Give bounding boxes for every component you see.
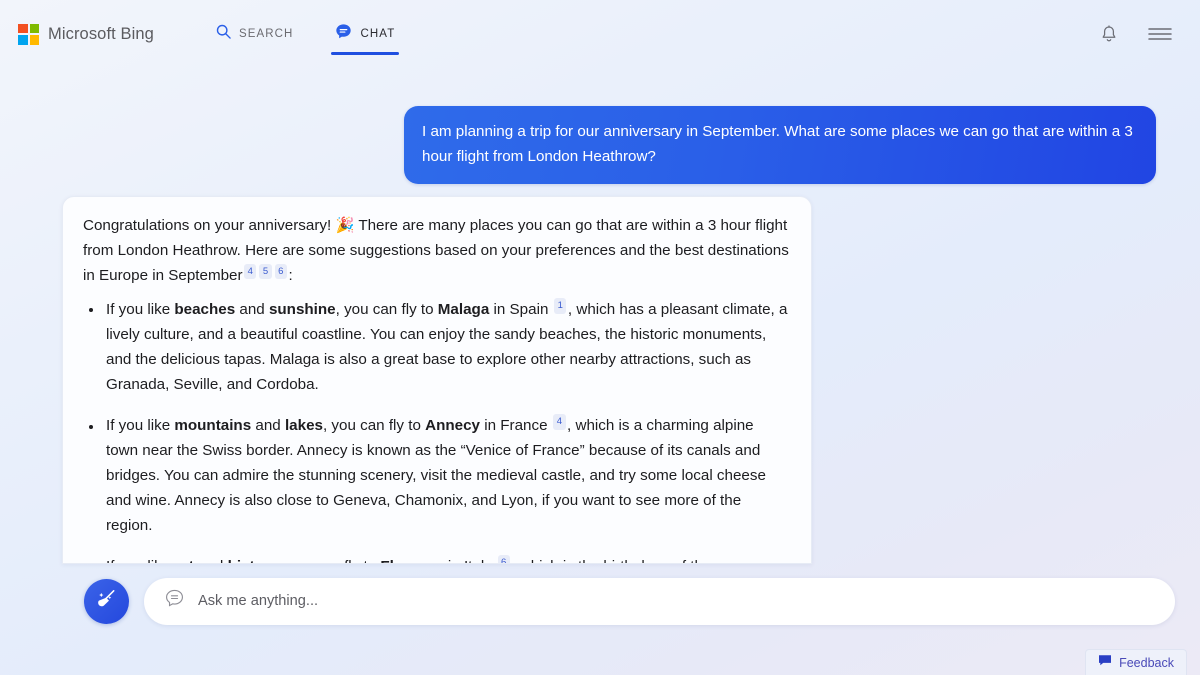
citation-badge[interactable]: 6 xyxy=(274,263,287,280)
hamburger-menu-icon[interactable] xyxy=(1148,26,1172,42)
header-nav: SEARCH CHAT xyxy=(212,0,400,68)
bing-brand[interactable]: Microsoft Bing xyxy=(18,23,154,45)
tab-chat-label: CHAT xyxy=(360,28,396,40)
search-icon xyxy=(216,24,231,44)
bullet-mid: and xyxy=(235,301,269,319)
tab-active-indicator xyxy=(331,52,400,55)
composer-row: Ask me anything... xyxy=(0,573,1200,629)
bullet-destination: Florence xyxy=(380,558,443,563)
feedback-chat-icon xyxy=(1098,654,1112,672)
suggestions-list: If you like beaches and sunshine, you ca… xyxy=(83,298,789,563)
bullet-keyword: lakes xyxy=(284,417,323,435)
bullet-country: in Italy xyxy=(444,558,496,563)
microsoft-logo-icon xyxy=(18,23,39,45)
bullet-lead: If you like xyxy=(106,301,175,319)
chat-bubble-icon xyxy=(335,23,352,45)
tab-search-label: SEARCH xyxy=(238,28,294,40)
bullet-mid: , you can fly to xyxy=(278,558,380,563)
party-popper-icon: 🎉 xyxy=(335,217,355,234)
assistant-intro-paragraph: Congratulations on your anniversary! 🎉 T… xyxy=(83,214,789,288)
intro-text-1: Congratulations on your anniversary! xyxy=(83,217,332,234)
citation-badge[interactable]: 6 xyxy=(497,555,510,563)
header-actions xyxy=(1100,24,1182,44)
app-header: Microsoft Bing SEARCH CHAT xyxy=(0,0,1200,68)
bullet-mid: , you can fly to xyxy=(335,301,438,319)
bullet-mid: , you can fly to xyxy=(322,417,426,435)
chat-input-placeholder[interactable]: Ask me anything... xyxy=(198,593,318,609)
chat-transcript: I am planning a trip for our anniversary… xyxy=(0,68,1200,675)
bullet-destination: Annecy xyxy=(425,417,480,435)
feedback-label: Feedback xyxy=(1119,655,1174,670)
bullet-country: in Spain xyxy=(489,301,553,319)
citation-badge[interactable]: 4 xyxy=(553,414,566,430)
bullet-lead: If you like xyxy=(106,417,175,435)
assistant-response-card: Congratulations on your anniversary! 🎉 T… xyxy=(62,196,812,564)
bullet-destination: Malaga xyxy=(437,301,490,319)
tab-chat[interactable]: CHAT xyxy=(331,0,400,68)
tab-search[interactable]: SEARCH xyxy=(212,0,298,68)
bullet-keyword: sunshine xyxy=(268,301,336,319)
user-message-bubble: I am planning a trip for our anniversary… xyxy=(404,106,1156,185)
chat-bubble-outline-icon xyxy=(164,588,185,614)
bullet-keyword: mountains xyxy=(174,417,252,435)
bullet-keyword: beaches xyxy=(174,301,236,319)
brand-name: Microsoft Bing xyxy=(48,24,154,43)
list-item: If you like art and history, you can fly… xyxy=(104,555,789,563)
citation-badge[interactable]: 5 xyxy=(259,263,272,280)
bullet-keyword: art xyxy=(174,558,193,563)
list-item: If you like mountains and lakes, you can… xyxy=(104,414,789,538)
bullet-lead: If you like xyxy=(106,558,174,563)
notifications-bell-icon[interactable] xyxy=(1100,24,1118,44)
list-item: If you like beaches and sunshine, you ca… xyxy=(104,298,789,397)
broom-sweep-icon xyxy=(94,586,119,616)
chat-input-container[interactable]: Ask me anything... xyxy=(144,577,1175,625)
feedback-button[interactable]: Feedback xyxy=(1085,649,1187,675)
user-message-text: I am planning a trip for our anniversary… xyxy=(422,123,1133,165)
new-topic-sweep-button[interactable] xyxy=(84,578,129,624)
intro-suffix: : xyxy=(288,266,293,284)
bullet-keyword: history xyxy=(228,558,279,563)
bullet-mid: and xyxy=(194,558,228,563)
bullet-country: in France xyxy=(480,417,552,435)
bullet-mid: and xyxy=(251,417,285,435)
citation-badge[interactable]: 1 xyxy=(554,298,567,314)
citation-badge[interactable]: 4 xyxy=(244,263,257,280)
